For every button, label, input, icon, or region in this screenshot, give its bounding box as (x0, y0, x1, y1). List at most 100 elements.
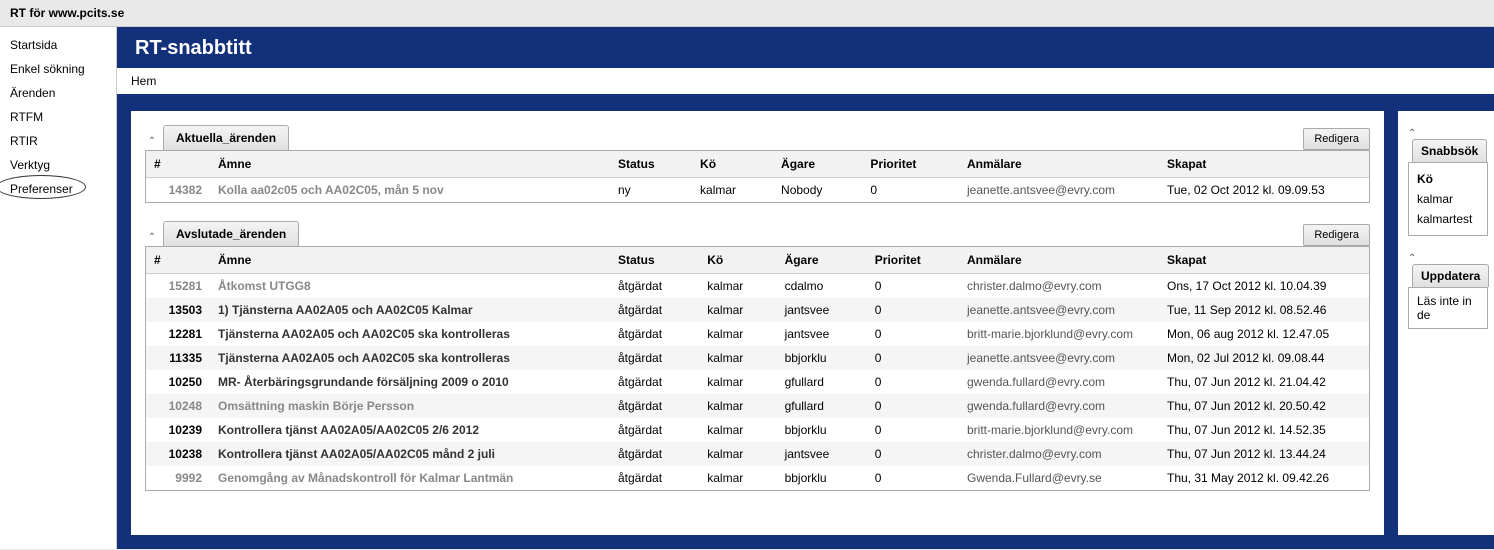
edit-button-closed[interactable]: Redigera (1303, 224, 1370, 246)
ticket-reporter: jeanette.antsvee@evry.com (959, 178, 1159, 203)
col-reporter: Anmälare (959, 151, 1159, 178)
edit-button-current[interactable]: Redigera (1303, 128, 1370, 150)
col-id: # (146, 151, 210, 178)
col-queue: Kö (692, 151, 773, 178)
table-row[interactable]: 10250MR- Återbäringsgrundande försäljnin… (146, 370, 1369, 394)
ticket-created: Tue, 02 Oct 2012 kl. 09.09.53 (1159, 178, 1369, 203)
panel-current-tickets: ⌃ Aktuella_ärenden Redigera # Ämne Statu… (145, 125, 1370, 203)
ticket-created: Ons, 17 Oct 2012 kl. 10.04.39 (1159, 274, 1369, 299)
ticket-id[interactable]: 14382 (146, 178, 210, 203)
ticket-id[interactable]: 9992 (146, 466, 210, 490)
ticket-queue: kalmar (699, 274, 776, 299)
collapse-icon[interactable]: ⌃ (1408, 128, 1416, 139)
app-title-bar: RT för www.pcits.se (0, 0, 1494, 27)
table-row[interactable]: 10238Kontrollera tjänst AA02A05/AA02C05 … (146, 442, 1369, 466)
sidebar-item[interactable]: RTFM (0, 105, 116, 129)
ticket-subject[interactable]: Åtkomst UTGG8 (210, 274, 610, 299)
ticket-status: åtgärdat (610, 466, 699, 490)
col-created: Skapat (1159, 247, 1369, 274)
ticket-id[interactable]: 13503 (146, 298, 210, 322)
sidebar-item[interactable]: Preferenser (0, 177, 116, 201)
breadcrumb-home[interactable]: Hem (131, 74, 156, 88)
page-title: RT-snabbtitt (117, 27, 1494, 68)
ticket-priority: 0 (867, 370, 959, 394)
col-id: # (146, 247, 210, 274)
col-queue: Kö (699, 247, 776, 274)
ticket-subject[interactable]: Tjänsterna AA02A05 och AA02C05 ska kontr… (210, 346, 610, 370)
refresh-text: Läs inte in de (1417, 294, 1479, 322)
ticket-priority: 0 (867, 466, 959, 490)
ticket-id[interactable]: 10250 (146, 370, 210, 394)
ticket-subject[interactable]: MR- Återbäringsgrundande försäljning 200… (210, 370, 610, 394)
ticket-status: åtgärdat (610, 442, 699, 466)
app-title: RT för www.pcits.se (10, 6, 124, 20)
ticket-priority: 0 (867, 274, 959, 299)
ticket-priority: 0 (867, 418, 959, 442)
ticket-subject[interactable]: Kontrollera tjänst AA02A05/AA02C05 månd … (210, 442, 610, 466)
ticket-priority: 0 (867, 394, 959, 418)
ticket-owner: bbjorklu (777, 418, 867, 442)
ticket-owner: Nobody (773, 178, 862, 203)
ticket-subject[interactable]: Kolla aa02c05 och AA02C05, mån 5 nov (210, 178, 610, 203)
ticket-id[interactable]: 12281 (146, 322, 210, 346)
ticket-priority: 0 (867, 346, 959, 370)
sidebar-item[interactable]: Enkel sökning (0, 57, 116, 81)
ticket-status: ny (610, 178, 692, 203)
queue-link[interactable]: kalmar (1417, 189, 1479, 209)
ticket-queue: kalmar (699, 322, 776, 346)
table-row[interactable]: 10248Omsättning maskin Börje Perssonåtgä… (146, 394, 1369, 418)
ticket-id[interactable]: 15281 (146, 274, 210, 299)
ticket-status: åtgärdat (610, 370, 699, 394)
ticket-queue: kalmar (699, 418, 776, 442)
ticket-owner: jantsvee (777, 442, 867, 466)
collapse-icon[interactable]: ⌃ (145, 136, 159, 150)
col-subject: Ämne (210, 151, 610, 178)
main-area: RT-snabbtitt Hem ⌃ Aktuella_ärenden Redi… (117, 27, 1494, 549)
collapse-icon[interactable]: ⌃ (1408, 253, 1416, 264)
ticket-id[interactable]: 10239 (146, 418, 210, 442)
ticket-id[interactable]: 11335 (146, 346, 210, 370)
col-priority: Prioritet (867, 247, 959, 274)
ticket-subject[interactable]: Kontrollera tjänst AA02A05/AA02C05 2/6 2… (210, 418, 610, 442)
ticket-priority: 0 (867, 298, 959, 322)
ticket-priority: 0 (862, 178, 959, 203)
collapse-icon[interactable]: ⌃ (145, 232, 159, 246)
table-header-row: # Ämne Status Kö Ägare Prioritet Anmälar… (146, 247, 1369, 274)
ticket-status: åtgärdat (610, 418, 699, 442)
content-right: ⌃ Snabbsök Kö kalmar kalmartest ⌃ Uppdat… (1398, 111, 1494, 535)
sidebar-item[interactable]: Ärenden (0, 81, 116, 105)
ticket-subject[interactable]: Tjänsterna AA02A05 och AA02C05 ska kontr… (210, 322, 610, 346)
ticket-id[interactable]: 10248 (146, 394, 210, 418)
col-reporter: Anmälare (959, 247, 1159, 274)
col-owner: Ägare (777, 247, 867, 274)
table-row[interactable]: 15281Åtkomst UTGG8åtgärdatkalmarcdalmo0c… (146, 274, 1369, 299)
table-row[interactable]: 135031) Tjänsterna AA02A05 och AA02C05 K… (146, 298, 1369, 322)
breadcrumb[interactable]: Hem (117, 68, 1494, 97)
ticket-owner: gfullard (777, 394, 867, 418)
table-row[interactable]: 9992Genomgång av Månadskontroll för Kalm… (146, 466, 1369, 490)
ticket-subject[interactable]: 1) Tjänsterna AA02A05 och AA02C05 Kalmar (210, 298, 610, 322)
ticket-created: Mon, 02 Jul 2012 kl. 09.08.44 (1159, 346, 1369, 370)
ticket-reporter: gwenda.fullard@evry.com (959, 394, 1159, 418)
ticket-owner: bbjorklu (777, 466, 867, 490)
table-row[interactable]: 12281Tjänsterna AA02A05 och AA02C05 ska … (146, 322, 1369, 346)
ticket-subject[interactable]: Omsättning maskin Börje Persson (210, 394, 610, 418)
ticket-created: Tue, 11 Sep 2012 kl. 08.52.46 (1159, 298, 1369, 322)
table-row[interactable]: 11335Tjänsterna AA02A05 och AA02C05 ska … (146, 346, 1369, 370)
sidebar-item[interactable]: Verktyg (0, 153, 116, 177)
ticket-status: åtgärdat (610, 274, 699, 299)
queue-link[interactable]: kalmartest (1417, 209, 1479, 229)
ticket-subject[interactable]: Genomgång av Månadskontroll för Kalmar L… (210, 466, 610, 490)
ticket-id[interactable]: 10238 (146, 442, 210, 466)
sidebar-item[interactable]: Startsida (0, 33, 116, 57)
col-owner: Ägare (773, 151, 862, 178)
table-row[interactable]: 10239Kontrollera tjänst AA02A05/AA02C05 … (146, 418, 1369, 442)
col-status: Status (610, 247, 699, 274)
table-row[interactable]: 14382Kolla aa02c05 och AA02C05, mån 5 no… (146, 178, 1369, 203)
ticket-queue: kalmar (699, 466, 776, 490)
col-priority: Prioritet (862, 151, 959, 178)
ticket-created: Thu, 07 Jun 2012 kl. 14.52.35 (1159, 418, 1369, 442)
sidebar-item[interactable]: RTIR (0, 129, 116, 153)
ticket-owner: bbjorklu (777, 346, 867, 370)
quicksearch-title: Snabbsök (1412, 139, 1487, 162)
